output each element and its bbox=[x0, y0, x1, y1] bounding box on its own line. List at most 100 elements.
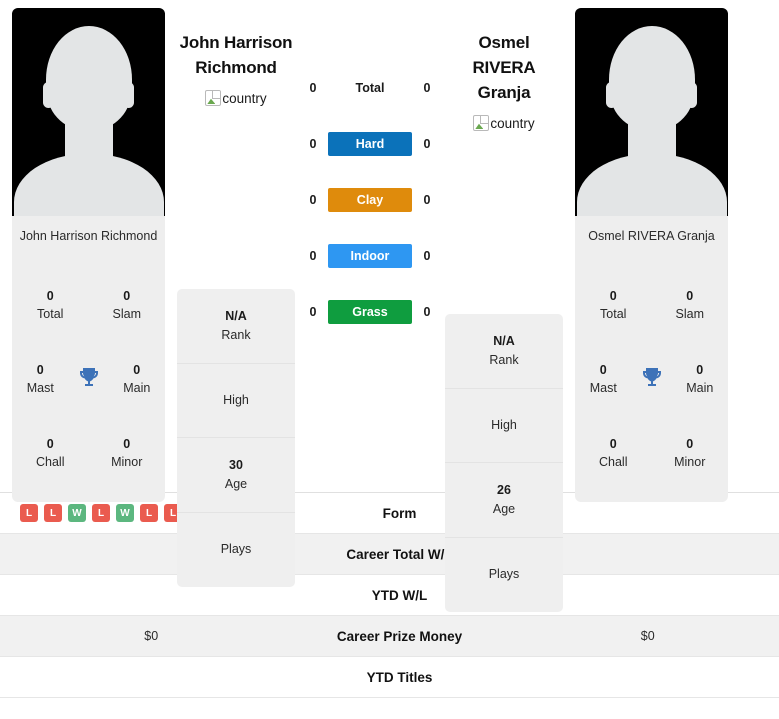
right-player-heading: Osmel RIVERA Granja country N/A Rank High 2… bbox=[445, 8, 563, 612]
left-titles-main: 0 Main bbox=[109, 361, 166, 397]
left-player-name-line2: Richmond bbox=[195, 58, 277, 77]
left-titles-chall: 0 Chall bbox=[12, 435, 89, 471]
value: N/A bbox=[493, 333, 515, 348]
surface-row-indoor: 0 Indoor 0 bbox=[295, 228, 445, 284]
person-silhouette-icon bbox=[608, 26, 695, 130]
right-titles-chall: 0 Chall bbox=[575, 435, 652, 471]
left-hard-value: 0 bbox=[309, 137, 317, 151]
value: 0 bbox=[46, 289, 54, 303]
titles-row-3: 0 Chall 0 Minor bbox=[575, 416, 728, 490]
form-badge-loss[interactable]: L bbox=[44, 504, 62, 522]
right-info-high: High bbox=[445, 389, 563, 463]
titles-row-3: 0 Chall 0 Minor bbox=[12, 416, 165, 490]
table-row: YTD Titles bbox=[0, 657, 779, 698]
label: High bbox=[223, 392, 249, 407]
right-player-photo bbox=[575, 8, 728, 216]
form-badge-win[interactable]: W bbox=[116, 504, 134, 522]
left-info-rank: N/A Rank bbox=[177, 289, 295, 364]
right-indoor-value: 0 bbox=[423, 249, 431, 263]
left-player-name-line1: John Harrison bbox=[179, 33, 293, 52]
value: 0 bbox=[123, 437, 131, 451]
label: Chall bbox=[36, 455, 65, 469]
right-titles-mast: 0 Mast bbox=[575, 361, 632, 397]
right-player-card[interactable]: Osmel RIVERA Granja 0 Total 0 Slam 0 Mas… bbox=[575, 8, 728, 502]
left-indoor-value: 0 bbox=[309, 249, 317, 263]
value: 30 bbox=[229, 457, 243, 472]
left-player-card[interactable]: John Harrison Richmond 0 Total 0 Slam 0 bbox=[12, 8, 165, 502]
table-row: Career Total W/L bbox=[0, 534, 779, 575]
form-badge-loss[interactable]: L bbox=[20, 504, 38, 522]
left-grass-value: 0 bbox=[309, 305, 317, 319]
label: Mast bbox=[26, 381, 54, 395]
label: Plays bbox=[220, 542, 252, 557]
silhouette-ear-right bbox=[123, 82, 134, 108]
value: 0 bbox=[609, 289, 617, 303]
right-clay-value: 0 bbox=[423, 193, 431, 207]
right-text: $0 bbox=[640, 629, 655, 643]
surface-badge-indoor[interactable]: Indoor bbox=[328, 244, 412, 268]
left-info-age: 30 Age bbox=[177, 438, 295, 513]
right-titles-minor: 0 Minor bbox=[652, 435, 729, 471]
surface-badge-grass[interactable]: Grass bbox=[328, 300, 412, 324]
right-player-name-line1: Osmel RIVERA bbox=[472, 33, 536, 77]
titles-row-2: 0 Mast 0 Main bbox=[575, 342, 728, 416]
surface-badge-clay[interactable]: Clay bbox=[328, 188, 412, 212]
left-text: $0 bbox=[144, 629, 159, 643]
value: 0 bbox=[46, 437, 54, 451]
right-info-plays: Plays bbox=[445, 538, 563, 613]
label: Plays bbox=[488, 567, 520, 582]
value: N/A bbox=[225, 308, 247, 323]
right-value-cell: $0 bbox=[517, 629, 779, 643]
right-grass-value: 0 bbox=[423, 305, 431, 319]
left-player-card-name: John Harrison Richmond bbox=[19, 229, 158, 243]
table-row: $0 Career Prize Money $0 bbox=[0, 616, 779, 657]
value: 0 bbox=[686, 289, 694, 303]
value: 0 bbox=[599, 363, 607, 377]
label: Minor bbox=[674, 455, 706, 469]
trophy-icon bbox=[69, 365, 109, 393]
silhouette-body bbox=[576, 154, 727, 216]
table-row: YTD W/L bbox=[0, 575, 779, 616]
surface-row-hard: 0 Hard 0 bbox=[295, 116, 445, 172]
form-badge-loss[interactable]: L bbox=[140, 504, 158, 522]
surface-row-clay: 0 Clay 0 bbox=[295, 172, 445, 228]
label: Total bbox=[37, 307, 64, 321]
value: 0 bbox=[686, 437, 694, 451]
left-player-heading: John Harrison Richmond country N/A Rank Hi… bbox=[177, 8, 295, 587]
left-total-value: 0 bbox=[309, 81, 317, 95]
left-value-cell: $0 bbox=[0, 629, 283, 643]
silhouette-body bbox=[13, 154, 164, 216]
label: Slam bbox=[675, 307, 704, 321]
silhouette-ear-left bbox=[43, 82, 54, 108]
left-titles-slam: 0 Slam bbox=[89, 287, 166, 323]
surface-badge-total[interactable]: Total bbox=[328, 76, 412, 100]
right-titles-slam: 0 Slam bbox=[652, 287, 729, 323]
label: Rank bbox=[221, 327, 251, 342]
person-silhouette-icon bbox=[45, 26, 132, 130]
form-badge-loss[interactable]: L bbox=[92, 504, 110, 522]
surface-comparison: 0 Total 0 0 Hard 0 0 Clay 0 0 Indoor 0 0 Grass 0 bbox=[295, 8, 445, 340]
right-titles-main: 0 Main bbox=[672, 361, 729, 397]
player-comparison-page: John Harrison Richmond 0 Total 0 Slam 0 bbox=[0, 0, 779, 719]
value: 0 bbox=[609, 437, 617, 451]
label: Mast bbox=[589, 381, 617, 395]
broken-image-icon bbox=[205, 90, 222, 106]
value: 0 bbox=[696, 363, 704, 377]
right-player-card-name: Osmel RIVERA Granja bbox=[588, 229, 715, 243]
left-titles-minor: 0 Minor bbox=[89, 435, 166, 471]
value: 0 bbox=[123, 289, 131, 303]
left-player-info-stack: N/A Rank High 30 Age Plays bbox=[177, 289, 295, 587]
left-player-photo bbox=[12, 8, 165, 216]
row-label: YTD Titles bbox=[366, 669, 433, 685]
value: 26 bbox=[497, 482, 511, 497]
form-badge-win[interactable]: W bbox=[68, 504, 86, 522]
surface-badge-hard[interactable]: Hard bbox=[328, 132, 412, 156]
label: Age bbox=[224, 476, 248, 491]
right-player-info-stack: N/A Rank High 26 Age Plays bbox=[445, 314, 563, 612]
titles-row-2: 0 Mast 0 Main bbox=[12, 342, 165, 416]
value: 0 bbox=[133, 363, 141, 377]
label: Rank bbox=[489, 352, 519, 367]
titles-row-1: 0 Total 0 Slam bbox=[575, 268, 728, 342]
titles-row-1: 0 Total 0 Slam bbox=[12, 268, 165, 342]
label: Total bbox=[600, 307, 627, 321]
